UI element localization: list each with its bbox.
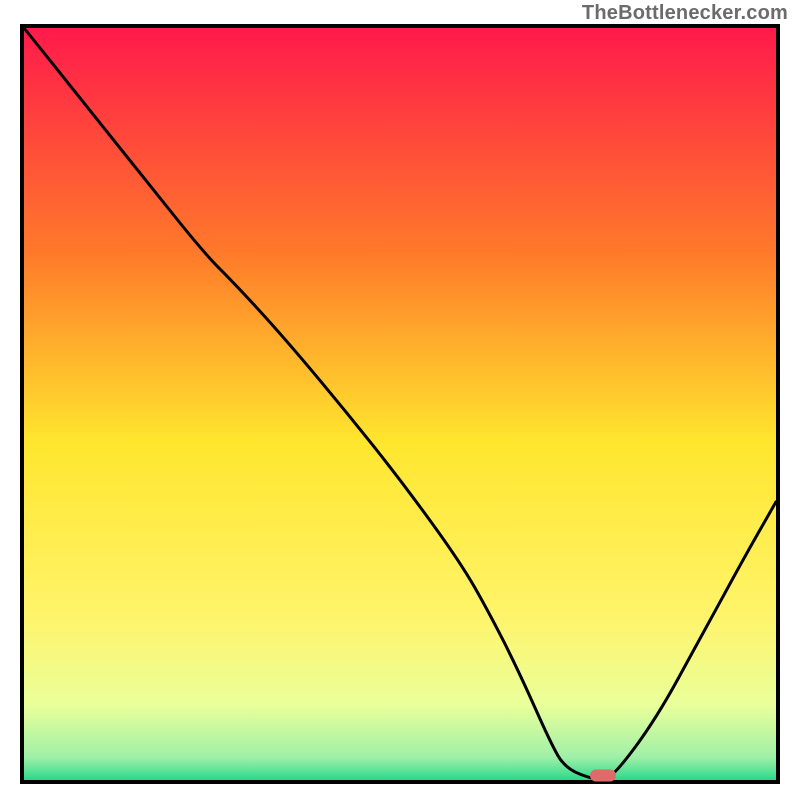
chart-plot-area	[20, 24, 780, 784]
chart-container: TheBottlenecker.com	[0, 0, 800, 800]
attribution-label: TheBottlenecker.com	[582, 2, 788, 25]
optimal-point-marker	[590, 770, 616, 782]
chart-svg	[20, 24, 780, 784]
chart-background	[24, 28, 776, 780]
